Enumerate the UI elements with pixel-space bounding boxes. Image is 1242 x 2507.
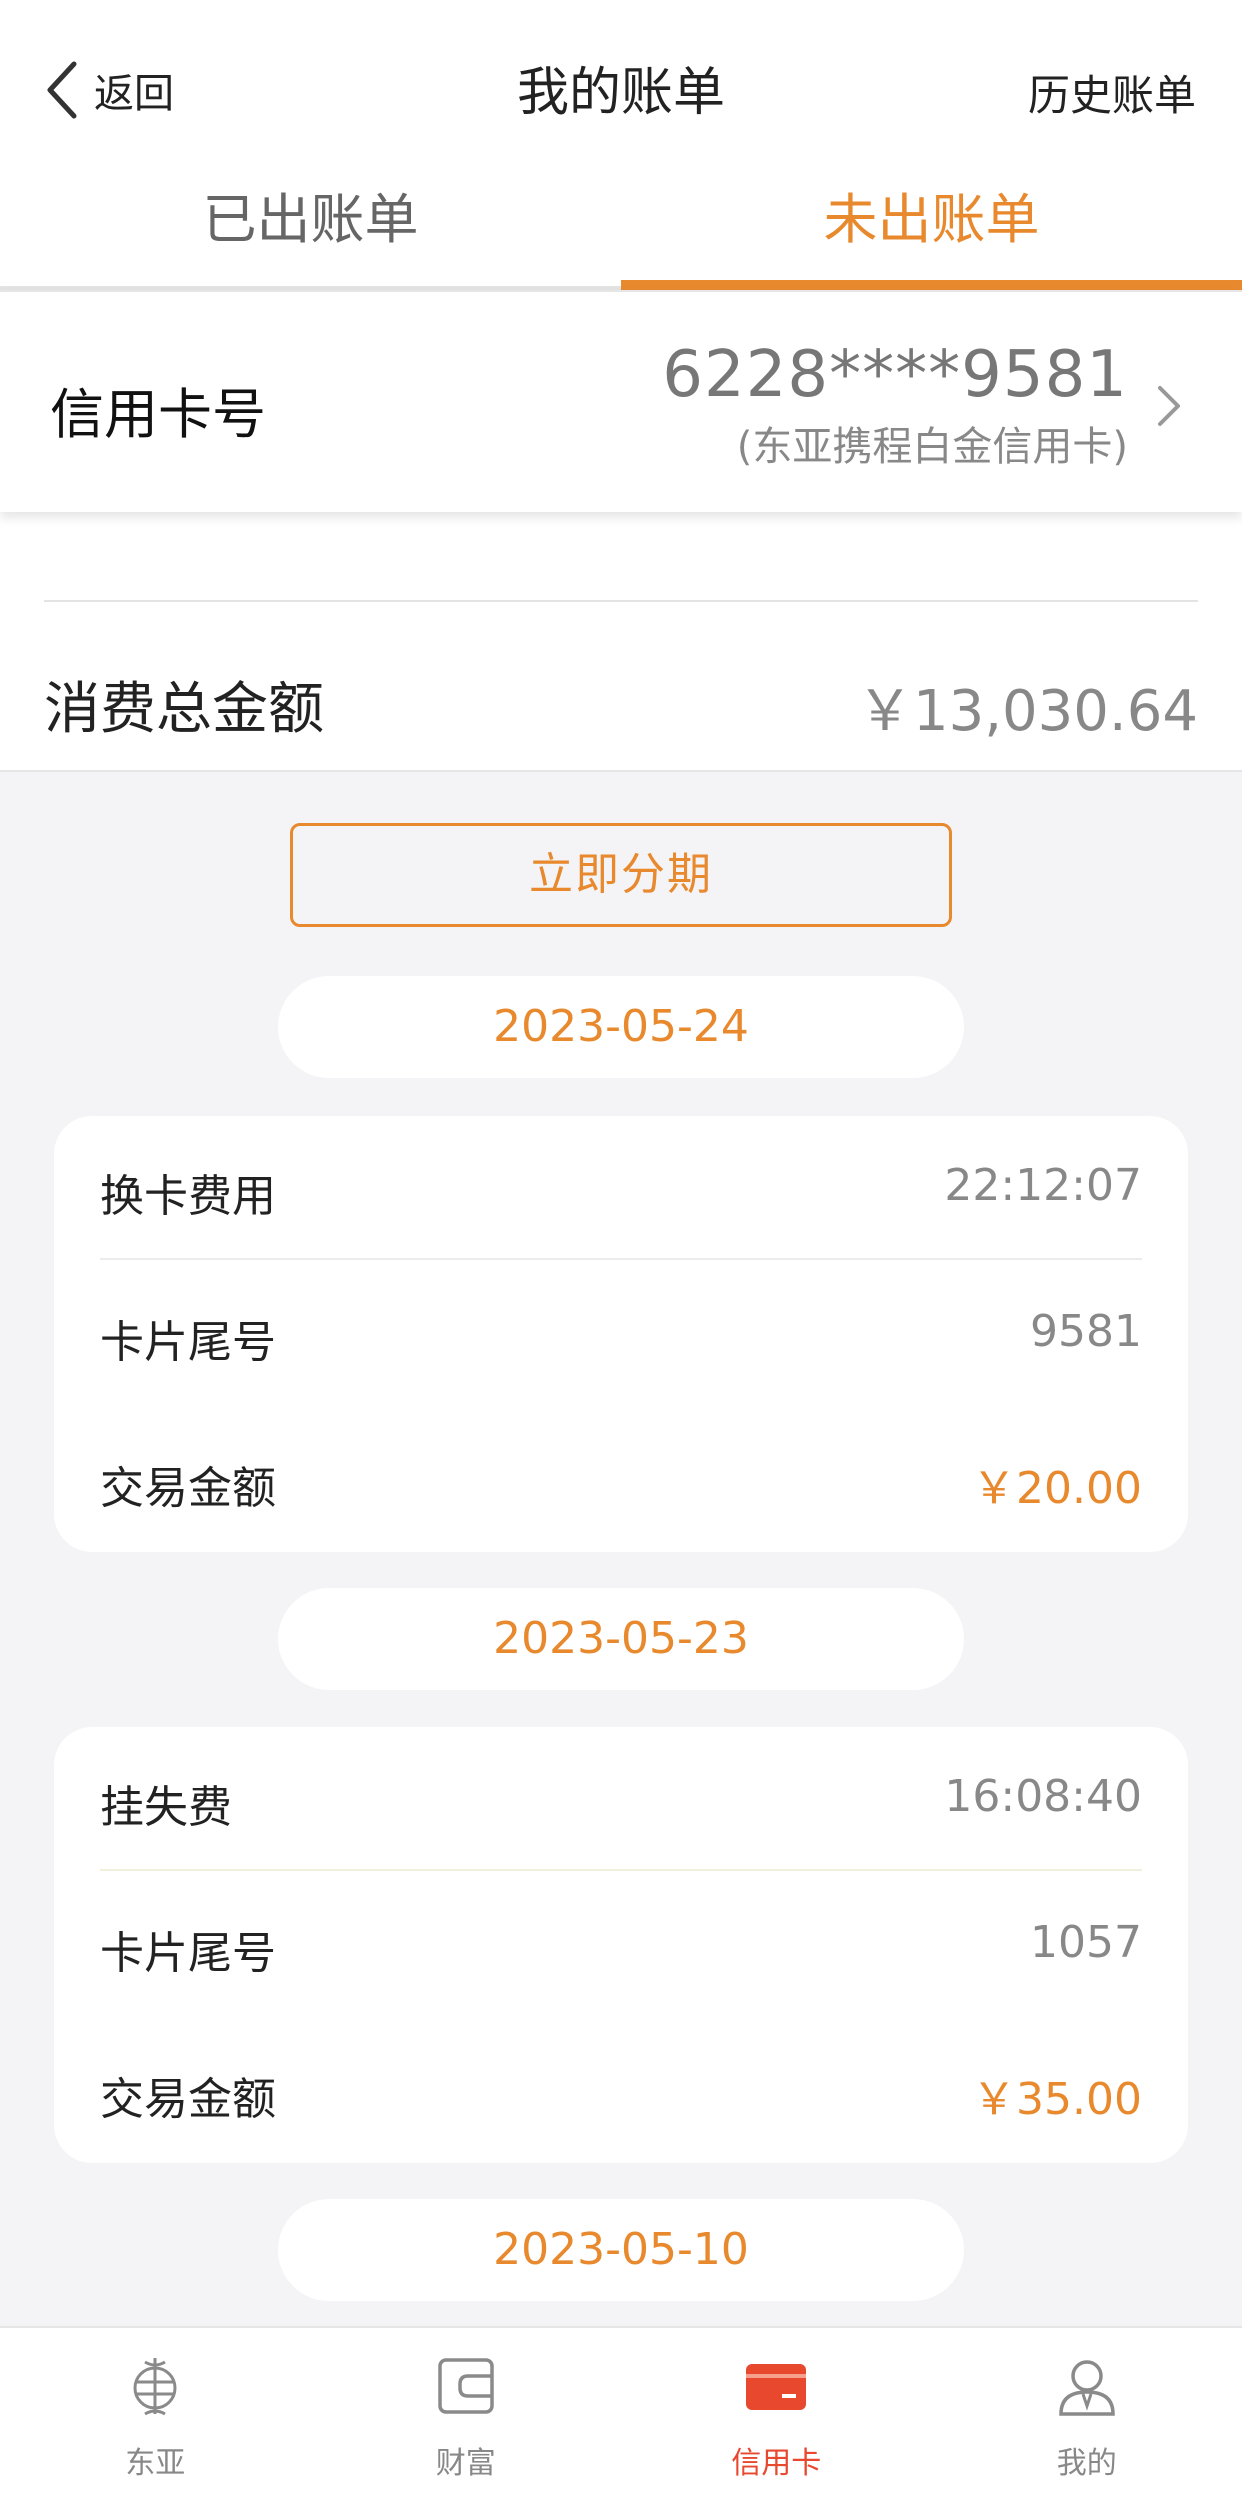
card-number-label: 信用卡号	[50, 383, 266, 446]
card-tail-value: 1057	[1030, 1917, 1142, 1968]
transaction-card[interactable]: 挂失费 16:08:40 卡片尾号 1057 交易金额 ￥35.00	[54, 1727, 1188, 2163]
transaction-time: 22:12:07	[944, 1160, 1142, 1211]
total-amount-value: ￥13,030.64	[856, 679, 1198, 744]
card-tail-row: 卡片尾号 9581	[100, 1262, 1142, 1408]
transaction-type: 挂失费	[100, 1782, 232, 1833]
transaction-time: 16:08:40	[944, 1771, 1142, 1822]
card-tail-value: 9581	[1030, 1306, 1142, 1357]
bottom-tab-mine[interactable]: 我的	[932, 2328, 1242, 2507]
amount-value: ￥20.00	[972, 1463, 1142, 1514]
bottom-tab-label: 我的	[1056, 2446, 1117, 2481]
date-header: 2023-05-23	[278, 1588, 964, 1690]
transaction-type-row: 换卡费用 22:12:07	[100, 1116, 1142, 1262]
total-amount-row: 消费总金额 ￥13,030.64	[44, 646, 1198, 746]
transaction-type: 换卡费用	[100, 1171, 276, 1222]
nav-bar: 返回 我的账单 历史账单	[0, 0, 1242, 170]
tab-unissued-bills[interactable]: 未出账单	[621, 170, 1242, 290]
bottom-tab-label: 东亚	[125, 2446, 186, 2481]
card-tail-label: 卡片尾号	[100, 1928, 276, 1979]
bill-summary: 信用卡号 6228****9581 (东亚携程白金信用卡) 消费总金额 ￥13,…	[0, 290, 1242, 772]
amount-row: 交易金额 ￥20.00	[100, 1408, 1142, 1554]
bea-logo-icon	[123, 2354, 187, 2418]
transaction-type-row: 挂失费 16:08:40	[100, 1727, 1142, 1873]
chevron-left-icon	[44, 58, 84, 122]
installment-button[interactable]: 立即分期	[290, 823, 952, 927]
amount-value: ￥35.00	[972, 2074, 1142, 2125]
bottom-tab-label: 信用卡	[731, 2446, 822, 2481]
amount-row: 交易金额 ￥35.00	[100, 2019, 1142, 2165]
card-tail-label: 卡片尾号	[100, 1317, 276, 1368]
bottom-tab-label: 财富	[435, 2446, 496, 2481]
bottom-tab-bar: 东亚 财富 信用卡 我的	[0, 2326, 1242, 2507]
date-header: 2023-05-24	[278, 976, 964, 1078]
transaction-card[interactable]: 换卡费用 22:12:07 卡片尾号 9581 交易金额 ￥20.00	[54, 1116, 1188, 1552]
credit-card-icon	[744, 2354, 808, 2418]
tab-issued-bills[interactable]: 已出账单	[0, 170, 621, 286]
bottom-tab-wealth[interactable]: 财富	[311, 2328, 622, 2507]
amount-label: 交易金额	[100, 2074, 276, 2125]
bottom-tab-bea[interactable]: 东亚	[0, 2328, 311, 2507]
divider	[100, 1869, 1142, 1871]
total-amount-label: 消费总金额	[44, 677, 324, 742]
amount-label: 交易金额	[100, 1463, 276, 1514]
card-tail-row: 卡片尾号 1057	[100, 1873, 1142, 2019]
card-number-value: 6228****9581	[662, 338, 1128, 412]
card-number-row[interactable]: 信用卡号 6228****9581 (东亚携程白金信用卡)	[0, 290, 1242, 512]
history-bills-link[interactable]: 历史账单	[1028, 62, 1196, 123]
back-button[interactable]: 返回	[44, 58, 174, 122]
clipped-summary-row	[44, 512, 1198, 602]
bill-tabs: 已出账单 未出账单	[0, 170, 1242, 290]
card-product-name: (东亚携程白金信用卡)	[736, 424, 1128, 470]
divider	[100, 1258, 1142, 1260]
bottom-tab-credit-card[interactable]: 信用卡	[621, 2328, 932, 2507]
back-label: 返回	[94, 71, 174, 117]
date-header: 2023-05-10	[278, 2199, 964, 2301]
chevron-right-icon	[1156, 384, 1182, 428]
user-icon	[1055, 2354, 1119, 2418]
wallet-icon	[434, 2354, 498, 2418]
